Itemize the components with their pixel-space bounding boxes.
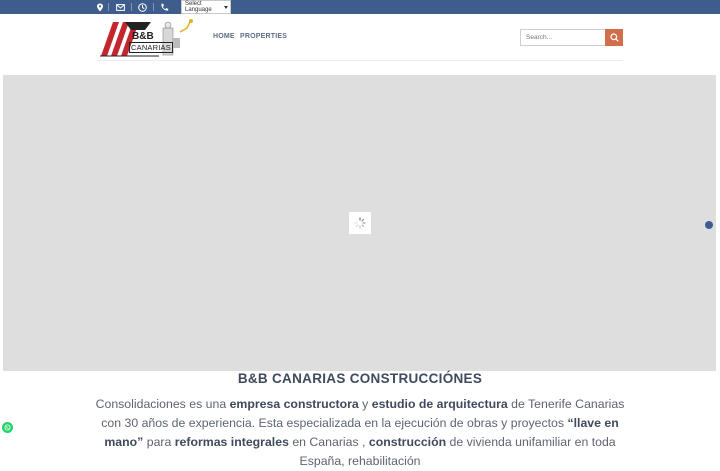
topbar-divider [131, 3, 132, 11]
nav-properties[interactable]: PROPERTIES [240, 33, 287, 40]
intro-paragraph: Consolidaciones es una empresa construct… [94, 395, 626, 471]
logo-text: B&B [132, 31, 154, 42]
section-heading: B&B CANARIAS CONSTRUCCIÓNES [237, 371, 483, 386]
top-bar: Select Language [0, 0, 720, 14]
intro-bold: estudio de arquitectura [371, 397, 508, 411]
intro-text: Consolidaciones es una [95, 397, 230, 411]
intro-bold: reformas integrales [174, 435, 289, 449]
topbar-divider [108, 3, 109, 11]
intro-text: para [143, 435, 175, 449]
topbar-divider [153, 3, 154, 11]
chevron-down-icon [224, 6, 228, 9]
nav-home[interactable]: HOME [213, 33, 235, 40]
clock-icon[interactable] [136, 1, 148, 13]
search-input[interactable] [520, 29, 606, 46]
location-icon[interactable] [94, 1, 106, 13]
language-select[interactable]: Select Language [181, 0, 231, 14]
logo-subtext: CANARIAS [129, 42, 173, 53]
spinner-icon [354, 217, 366, 229]
whatsapp-button[interactable] [2, 422, 13, 433]
search-icon [609, 33, 619, 42]
intro-text: en Canarias , [288, 435, 369, 449]
whatsapp-icon [4, 424, 11, 431]
search-button[interactable] [605, 29, 623, 46]
header-divider [97, 60, 623, 61]
envelope-icon[interactable] [114, 1, 126, 13]
loading-spinner [349, 212, 371, 234]
intro-text: y [358, 397, 372, 411]
intro-bold: empresa constructora [229, 397, 359, 411]
intro-bold: construcción [368, 435, 447, 449]
phone-icon[interactable] [158, 1, 170, 13]
slider-dot[interactable] [705, 221, 713, 229]
site-logo[interactable]: B&B CANARIAS [99, 18, 195, 58]
